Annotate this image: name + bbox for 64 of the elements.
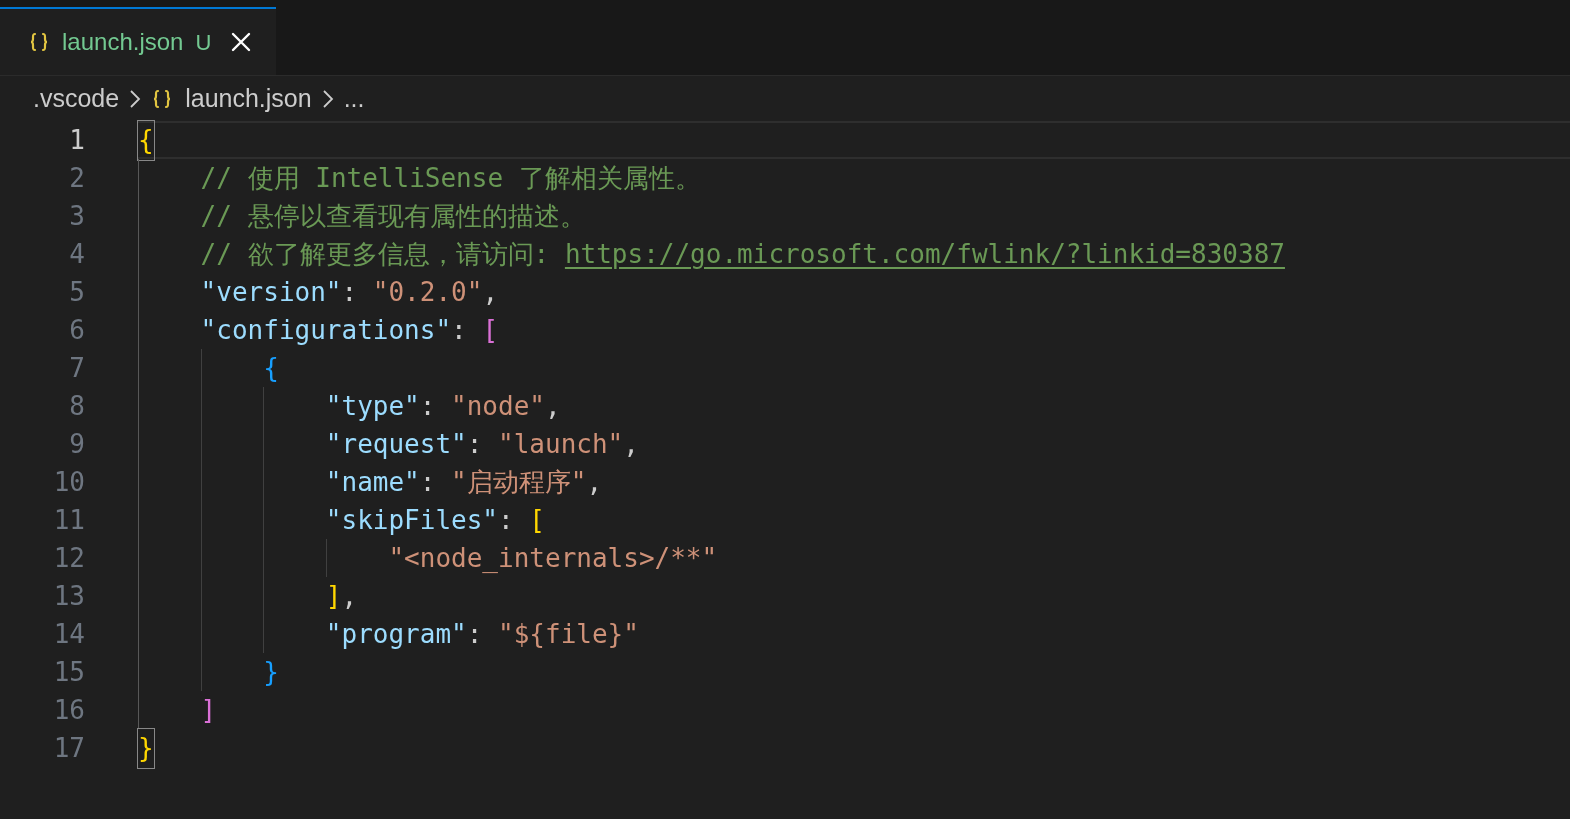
line-number: 16 (52, 693, 85, 727)
line-number: 1 (68, 123, 85, 157)
json-file-icon (28, 31, 50, 53)
breadcrumb-item[interactable]: .vscode (33, 79, 120, 118)
breadcrumb-item[interactable]: launch.json (185, 79, 312, 118)
line-number: 6 (68, 313, 85, 347)
breadcrumb-item[interactable]: ... (343, 79, 365, 118)
line-number: 15 (52, 655, 85, 689)
editor-tab[interactable]: launch.json U (0, 7, 276, 75)
json-key: "name" (325, 462, 420, 502)
json-key: "configurations" (200, 310, 452, 350)
bracket: { (138, 120, 154, 160)
bracket: ] (200, 693, 217, 727)
punctuation: : (466, 617, 484, 651)
chevron-icon (321, 88, 334, 109)
line-number: 10 (52, 465, 85, 499)
line-number: 8 (68, 389, 85, 423)
line-number: 4 (68, 237, 85, 271)
line-number: 14 (52, 617, 85, 651)
line-number: 11 (52, 503, 85, 537)
bracket: { (263, 351, 279, 385)
line-number: 9 (68, 427, 85, 461)
line-number: 5 (68, 275, 85, 309)
punctuation: , (586, 465, 603, 499)
bracket: [ (529, 503, 545, 537)
string-value: "node" (451, 389, 545, 423)
punctuation: , (545, 389, 561, 423)
link[interactable]: https://go.microsoft.com/fwlink/?linkid=830387 (564, 234, 1285, 274)
line-number: 17 (52, 731, 85, 765)
bracket: [ (482, 313, 499, 347)
line-number: 2 (68, 161, 85, 195)
punctuation: , (623, 427, 639, 461)
bracket: ] (325, 579, 342, 613)
json-key: "request" (325, 424, 467, 464)
bracket: } (263, 655, 279, 689)
punctuation: : (341, 275, 359, 309)
punctuation: : (419, 389, 437, 423)
string-value: "<node_internals>/**" (388, 541, 718, 575)
line-number: 7 (68, 351, 85, 385)
json-key: "skipFiles" (325, 500, 498, 540)
chevron-icon (129, 88, 142, 109)
close-icon[interactable] (231, 32, 252, 52)
punctuation: : (498, 503, 515, 537)
json-key: "version" (200, 272, 342, 312)
line-number: 3 (68, 199, 85, 233)
tab-label: launch.json (62, 27, 184, 57)
git-status: U (195, 28, 212, 57)
code-comment: // 悬停以查看现有属性的描述。 (200, 199, 586, 233)
punctuation: : (419, 465, 437, 499)
punctuation: , (341, 579, 358, 613)
string-value: "0.2.0" (372, 275, 483, 309)
string-value: "launch" (498, 427, 624, 461)
string-value: "启动程序" (451, 465, 587, 499)
bracket: } (138, 728, 154, 768)
punctuation: : (451, 313, 468, 347)
code-comment: // 使用 IntelliSense 了解相关属性。 (200, 161, 701, 195)
punctuation: : (466, 427, 484, 461)
json-key: "program" (325, 614, 467, 654)
json-key: "type" (325, 386, 420, 426)
punctuation: , (482, 275, 499, 309)
line-number: 13 (52, 579, 85, 613)
line-number: 12 (52, 541, 85, 575)
string-value: "${file}" (498, 617, 639, 651)
code-comment: // 欲了解更多信息，请访问: (200, 237, 551, 271)
